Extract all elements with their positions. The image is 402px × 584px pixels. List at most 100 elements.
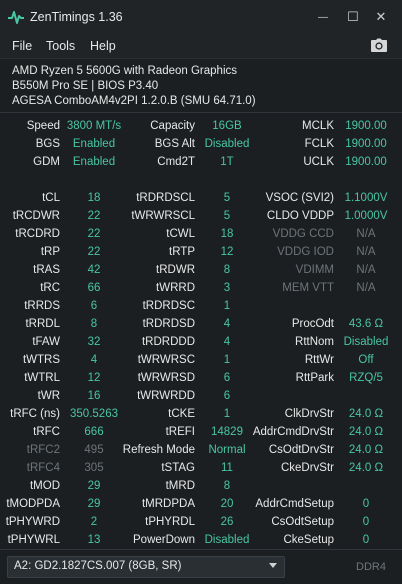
timing-value: 11: [221, 462, 233, 474]
timing-label: tWRWRSD: [137, 372, 195, 384]
timing-value: 16: [87, 390, 101, 402]
timing-value: 22: [87, 228, 101, 240]
timing-value: 42: [87, 264, 101, 276]
timing-label: tRDRDDD: [141, 336, 195, 348]
timing-label: AddrCmdDrvStr: [252, 426, 334, 438]
window-title: ZenTimings 1.36: [30, 10, 123, 24]
timing-label: FCLK: [304, 138, 334, 150]
minimize-button[interactable]: —: [309, 6, 337, 28]
timing-label: tRTP: [169, 246, 195, 258]
timing-label: Refresh Mode: [122, 444, 195, 456]
timing-value: N/A: [356, 282, 376, 294]
timing-label: tRP: [40, 246, 60, 258]
menu-bar: File Tools Help: [0, 34, 402, 58]
timing-label: tMOD: [29, 480, 60, 492]
timing-value: 6: [223, 390, 231, 402]
timing-label: VDDG IOD: [277, 246, 334, 258]
timing-label: RttWr: [304, 354, 334, 366]
cpu-name: AMD Ryzen 5 5600G with Radeon Graphics: [12, 65, 237, 77]
timing-value: RZQ/5: [349, 372, 383, 384]
menu-help[interactable]: Help: [90, 39, 116, 53]
timing-label: tWRWRSC: [137, 354, 195, 366]
timing-value: 18: [220, 228, 234, 240]
timing-label: VDDG CCD: [272, 228, 334, 240]
menu-file[interactable]: File: [12, 39, 32, 53]
timing-label: ProcOdt: [291, 318, 334, 330]
timing-label: BGS: [35, 138, 60, 150]
timing-label: VSOC (SVI2): [265, 192, 334, 204]
timing-label: tREFI: [165, 426, 195, 438]
timing-value: 4: [90, 354, 98, 366]
timing-label: tWTRS: [22, 354, 60, 366]
timing-value: 3800 MT/s: [66, 120, 122, 132]
timing-value: 14829: [211, 426, 243, 438]
zentimings-logo-icon: [8, 11, 24, 24]
timing-label: tFAW: [32, 336, 60, 348]
timing-value: 8: [223, 264, 231, 276]
maximize-button[interactable]: ☐: [339, 6, 367, 28]
timing-label: tRFC (ns): [10, 408, 60, 420]
close-button[interactable]: ✕: [367, 6, 395, 28]
timing-value: 1: [223, 354, 231, 366]
timing-value: N/A: [356, 264, 376, 276]
timing-value: Enabled: [72, 156, 116, 168]
timing-value: 4: [223, 336, 231, 348]
timing-label: PowerDown: [133, 534, 195, 546]
timing-value: 1T: [220, 156, 234, 168]
timing-value: 26: [220, 516, 234, 528]
timing-value: 18: [87, 192, 101, 204]
timing-label: Capacity: [150, 120, 195, 132]
timing-label: CsOdtDrvStr: [268, 444, 334, 456]
timing-label: CkeSetup: [283, 534, 334, 546]
timing-label: tRDRDSC: [142, 300, 195, 312]
title-bar[interactable]: ZenTimings 1.36 — ☐ ✕: [0, 0, 402, 34]
timing-value: 495: [84, 444, 104, 456]
timing-value: Normal: [208, 444, 246, 456]
timing-value: 29: [87, 480, 101, 492]
maximize-icon: ☐: [347, 9, 359, 24]
timing-label: tMRDPDA: [141, 498, 195, 510]
timing-value: 22: [87, 210, 101, 222]
timing-label: tMODPDA: [6, 498, 60, 510]
timing-value: 3: [223, 282, 231, 294]
timing-label: tRC: [40, 282, 60, 294]
timing-value: 24.0 Ω: [348, 408, 384, 420]
timing-label: tRDRDSCL: [136, 192, 195, 204]
timing-value: Off: [358, 354, 374, 366]
timing-label: tRFC2: [26, 444, 60, 456]
timing-value: Disabled: [204, 534, 250, 546]
timing-value: 12: [220, 246, 234, 258]
dimm-selector[interactable]: A2: GD2.1827CS.007 (8GB, SR): [7, 556, 285, 578]
timing-value: 666: [84, 426, 104, 438]
timing-value: 5: [223, 192, 231, 204]
timing-value: 8: [223, 480, 231, 492]
timing-value: 0: [362, 534, 370, 546]
timing-value: 2: [90, 516, 98, 528]
timing-label: GDM: [33, 156, 60, 168]
chevron-down-icon: [269, 563, 277, 568]
minimize-icon: —: [318, 11, 328, 23]
timing-label: tMRD: [165, 480, 195, 492]
timing-label: tSTAG: [161, 462, 195, 474]
menu-tools[interactable]: Tools: [46, 39, 75, 53]
timing-label: tWRWRDD: [137, 390, 195, 402]
timing-label: tPHYWRD: [5, 516, 60, 528]
timing-label: CLDO VDDP: [266, 210, 334, 222]
timing-label: tRDRDSD: [142, 318, 195, 330]
timing-value: 29: [87, 498, 101, 510]
timing-value: 24.0 Ω: [348, 426, 384, 438]
timing-label: Speed: [26, 120, 60, 132]
timing-label: ClkDrvStr: [284, 408, 334, 420]
camera-icon[interactable]: [370, 38, 388, 53]
timing-value: 24.0 Ω: [348, 444, 384, 456]
timing-label: tWRWRSCL: [131, 210, 195, 222]
timing-value: 8: [90, 318, 98, 330]
timing-label: tCWL: [166, 228, 195, 240]
timing-label: tWTRL: [24, 372, 60, 384]
timing-value: 4: [223, 318, 231, 330]
timing-label: tWR: [37, 390, 60, 402]
timing-label: tCL: [42, 192, 60, 204]
timing-value: N/A: [356, 228, 376, 240]
timing-label: tRRDS: [24, 300, 60, 312]
timing-value: 24.0 Ω: [348, 462, 384, 474]
